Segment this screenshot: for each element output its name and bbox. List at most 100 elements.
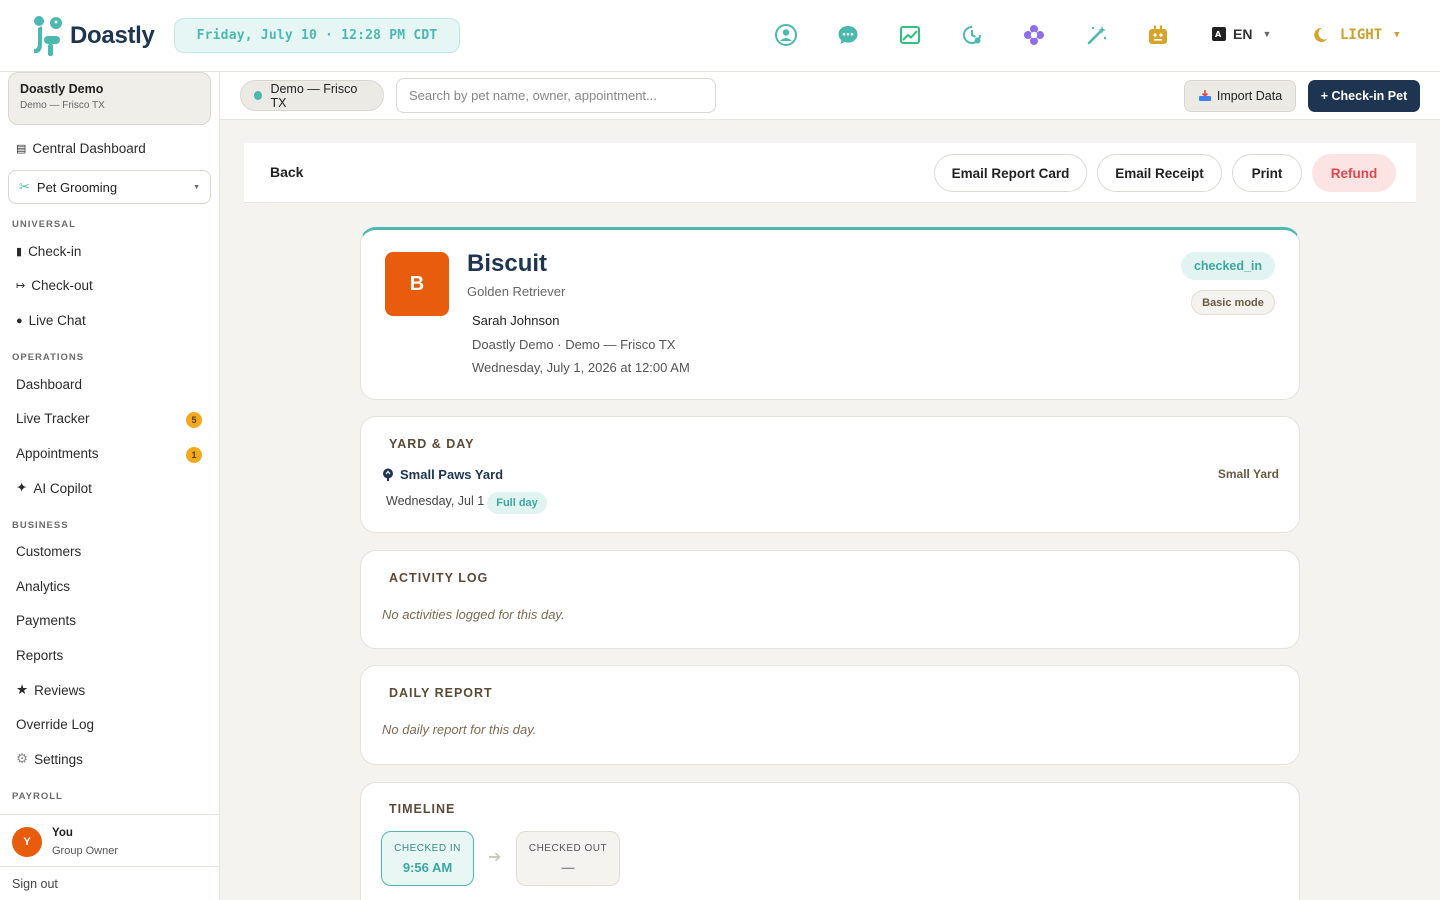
yard-name: Small Paws Yard xyxy=(382,467,503,482)
step-value: 9:56 AM xyxy=(402,859,453,875)
svg-text:A: A xyxy=(1215,30,1222,39)
arrow-right-icon: ➔ xyxy=(488,849,502,866)
sign-out-link[interactable]: Sign out xyxy=(0,866,219,900)
checked-in-step: CHECKED IN 9:56 AM xyxy=(381,831,474,886)
refund-button[interactable]: Refund xyxy=(1312,154,1396,192)
check-in-pet-button[interactable]: + Check-in Pet xyxy=(1308,80,1420,112)
scissors-icon: ✂ xyxy=(19,179,30,194)
sidebar-item-override-log[interactable]: Override Log xyxy=(16,717,94,732)
sidebar-item-checkin[interactable]: ▮ Check-in xyxy=(16,244,81,259)
sidebar-item-settings[interactable]: ⚙ Settings xyxy=(16,751,83,767)
sidebar-item-customers[interactable]: Customers xyxy=(16,544,81,559)
pet-owner[interactable]: Sarah Johnson xyxy=(472,313,559,328)
sidebar-item-label: Live Chat xyxy=(28,313,86,328)
translate-icon: A xyxy=(1212,27,1226,41)
user-profile[interactable]: Y You Group Owner xyxy=(0,814,219,866)
sidebar-item-live-tracker[interactable]: Live Tracker xyxy=(16,411,90,426)
card-title: YARD & DAY xyxy=(389,437,475,451)
datetime-display: Friday, July 10 · 12:28 PM CDT xyxy=(174,18,460,53)
sidebar-item-label: Check-in xyxy=(28,244,82,259)
import-icon xyxy=(1198,90,1211,101)
yard-day-card: YARD & DAY Small Paws Yard Small Yard We… xyxy=(360,416,1300,533)
sidebar-item-central-dashboard[interactable]: ▤ Central Dashboard xyxy=(16,141,146,156)
import-data-button[interactable]: Import Data xyxy=(1184,80,1296,112)
sidebar-item-reports[interactable]: Reports xyxy=(16,648,63,663)
sidebar-item-label: Analytics xyxy=(16,579,71,594)
mode-badge: Basic mode xyxy=(1191,290,1275,315)
duration-badge: Full day xyxy=(487,492,547,514)
sidebar-item-dashboard[interactable]: Dashboard xyxy=(16,377,82,392)
sparkle-icon: ✦ xyxy=(16,480,28,495)
flower-icon[interactable] xyxy=(1022,23,1046,47)
sidebar-item-analytics[interactable]: Analytics xyxy=(16,579,70,594)
status-dot-icon xyxy=(254,91,263,100)
yard-name-label: Small Paws Yard xyxy=(400,467,504,482)
chevron-down-icon: ▼ xyxy=(1262,29,1272,39)
robot-icon[interactable] xyxy=(1146,23,1170,47)
status-badge: checked_in xyxy=(1181,252,1275,280)
checked-out-step: CHECKED OUT — xyxy=(516,831,620,886)
daily-report-card: DAILY REPORT No daily report for this da… xyxy=(360,665,1300,765)
card-title: DAILY REPORT xyxy=(389,686,493,700)
empty-message: No activities logged for this day. xyxy=(382,607,565,622)
location-label: Demo — Frisco TX xyxy=(270,81,358,110)
sidebar-item-label: Central Dashboard xyxy=(32,141,146,156)
profile-icon[interactable] xyxy=(774,23,798,47)
yard-type: Small Yard xyxy=(1217,467,1279,481)
user-role: Group Owner xyxy=(52,845,119,857)
sidebar-item-ai-copilot[interactable]: ✦ AI Copilot xyxy=(16,480,92,496)
step-value: — xyxy=(561,859,575,875)
org-location: Demo — Frisco TX xyxy=(20,100,105,111)
sidebar-item-payments[interactable]: Payments xyxy=(16,613,76,628)
action-bar: Back Email Report Card Email Receipt Pri… xyxy=(244,143,1416,203)
email-report-card-button[interactable]: Email Report Card xyxy=(934,154,1087,192)
pet-location: Doastly Demo · Demo — Frisco TX xyxy=(472,337,676,352)
org-switcher[interactable]: Doastly Demo Demo — Frisco TX xyxy=(8,72,211,125)
app-name: Doastly xyxy=(70,22,155,49)
magic-wand-icon[interactable] xyxy=(1085,23,1109,47)
gear-icon: ⚙ xyxy=(16,751,29,766)
sidebar-item-label: AI Copilot xyxy=(33,480,92,496)
pet-breed: Golden Retriever xyxy=(467,284,566,299)
yard-date: Wednesday, Jul 1 xyxy=(386,494,485,508)
location-selector[interactable]: Demo — Frisco TX xyxy=(240,80,384,111)
theme-label: LIGHT xyxy=(1340,27,1383,43)
back-button[interactable]: Back xyxy=(270,164,303,180)
image-icon[interactable] xyxy=(898,23,922,47)
theme-toggle[interactable]: LIGHT ▼ xyxy=(1314,26,1400,44)
section-business: BUSINESS xyxy=(12,520,69,531)
print-button[interactable]: Print xyxy=(1232,154,1302,192)
exit-icon: ↦ xyxy=(16,280,26,292)
sidebar-item-label: Dashboard xyxy=(16,377,83,392)
section-payroll: PAYROLL xyxy=(12,791,63,802)
language-label: EN xyxy=(1233,26,1253,42)
location-bar: Demo — Frisco TX Import Data + Check-in … xyxy=(220,72,1440,120)
language-selector[interactable]: A EN ▼ xyxy=(1211,26,1271,42)
clock-icon[interactable] xyxy=(960,23,984,47)
chevron-down-icon: ▼ xyxy=(193,183,200,191)
sidebar-item-label: Settings xyxy=(34,751,83,767)
sidebar-item-label: Customers xyxy=(16,544,82,559)
sidebar-item-appointments[interactable]: Appointments xyxy=(16,446,99,461)
tree-icon xyxy=(383,468,393,481)
sidebar-item-live-chat[interactable]: ● Live Chat xyxy=(16,313,86,328)
service-label: Pet Grooming xyxy=(36,179,118,195)
sidebar-item-checkout[interactable]: ↦ Check-out xyxy=(16,278,93,293)
moon-icon xyxy=(1314,27,1327,42)
pet-avatar: B xyxy=(385,252,449,316)
card-title: TIMELINE xyxy=(389,802,456,816)
sidebar-item-label: Override Log xyxy=(16,717,95,732)
search-input[interactable] xyxy=(396,78,716,113)
card-title: ACTIVITY LOG xyxy=(389,571,489,585)
email-receipt-button[interactable]: Email Receipt xyxy=(1097,154,1222,192)
sidebar-item-reviews[interactable]: ★ Reviews xyxy=(16,682,85,698)
step-label: CHECKED IN xyxy=(394,842,461,854)
app-logo[interactable]: Doastly xyxy=(30,14,155,58)
chat-icon[interactable] xyxy=(836,23,860,47)
service-selector[interactable]: ✂ Pet Grooming ▼ xyxy=(8,170,211,204)
dashboard-icon: ▤ xyxy=(16,143,27,155)
chat-bubble-icon: ● xyxy=(16,314,23,327)
count-badge: 5 xyxy=(186,412,202,428)
user-name: You xyxy=(52,827,73,839)
count-badge: 1 xyxy=(186,447,202,463)
